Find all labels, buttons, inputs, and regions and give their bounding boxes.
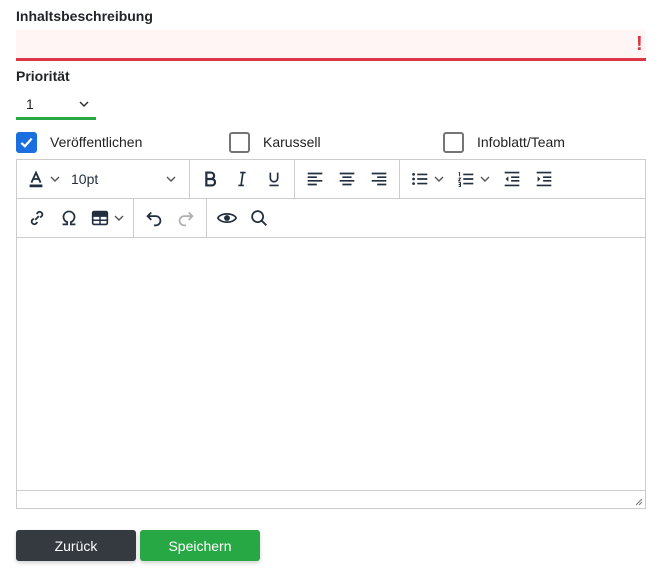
error-exclamation-icon: ! — [636, 33, 643, 55]
align-center-icon — [339, 172, 355, 186]
editor-statusbar — [17, 490, 645, 508]
checkbox-box[interactable] — [443, 131, 464, 153]
bullet-list-icon — [412, 173, 428, 185]
link-button[interactable] — [21, 202, 53, 234]
priority-select[interactable]: 1 — [16, 90, 96, 120]
checkbox-label: Veröffentlichen — [50, 134, 143, 150]
align-right-button[interactable] — [363, 163, 395, 195]
omega-icon — [62, 210, 76, 226]
align-left-button[interactable] — [299, 163, 331, 195]
search-replace-button[interactable] — [243, 202, 275, 234]
outdent-icon — [504, 171, 520, 187]
undo-button[interactable] — [138, 202, 170, 234]
undo-icon — [146, 211, 162, 227]
table-icon — [91, 210, 109, 226]
rich-text-editor: 10pt — [16, 159, 646, 509]
bold-icon — [205, 171, 217, 187]
font-size-value: 10pt — [71, 171, 99, 187]
numbered-list-icon — [457, 172, 474, 187]
checkbox-label: Infoblatt/Team — [477, 134, 565, 150]
resize-handle-icon[interactable] — [633, 496, 643, 506]
italic-button[interactable] — [226, 163, 258, 195]
align-right-icon — [371, 172, 387, 186]
font-size-select[interactable]: 10pt — [65, 163, 185, 195]
special-character-button[interactable] — [53, 202, 85, 234]
chevron-down-icon — [114, 215, 124, 221]
underline-icon — [269, 172, 279, 187]
checkbox-publish[interactable]: Veröffentlichen — [16, 131, 142, 153]
checkbox-carousel[interactable]: Karussell — [229, 131, 321, 153]
chevron-down-icon — [79, 100, 89, 107]
priority-label: Priorität — [16, 68, 70, 84]
text-color-button[interactable] — [21, 163, 65, 195]
bold-button[interactable] — [194, 163, 226, 195]
italic-icon — [238, 171, 246, 187]
underline-button[interactable] — [258, 163, 290, 195]
chevron-down-icon — [166, 176, 176, 182]
chevron-down-icon — [434, 176, 444, 182]
bullet-list-button[interactable] — [404, 163, 450, 195]
chevron-down-icon — [50, 176, 60, 182]
redo-button[interactable] — [170, 202, 202, 234]
save-button[interactable]: Speichern — [140, 530, 260, 561]
preview-button[interactable] — [211, 202, 243, 234]
toolbar-row-insert — [17, 199, 645, 238]
toolbar-row-formatting: 10pt — [17, 160, 645, 199]
chevron-down-icon — [480, 176, 490, 182]
checkbox-label: Karussell — [263, 134, 321, 150]
checkbox-box[interactable] — [16, 131, 37, 153]
editor-content-area[interactable] — [17, 239, 645, 491]
eye-icon — [216, 213, 238, 223]
indent-icon — [536, 171, 552, 187]
numbered-list-button[interactable] — [450, 163, 496, 195]
text-color-icon — [29, 170, 43, 188]
search-icon — [251, 210, 267, 226]
description-label: Inhaltsbeschreibung — [16, 8, 153, 24]
link-icon — [30, 210, 44, 226]
align-center-button[interactable] — [331, 163, 363, 195]
checkbox-infosheet-team[interactable]: Infoblatt/Team — [443, 131, 565, 153]
indent-button[interactable] — [528, 163, 560, 195]
checkmark-icon — [20, 137, 33, 148]
redo-icon — [178, 211, 194, 227]
back-button[interactable]: Zurück — [16, 530, 136, 561]
priority-value: 1 — [26, 95, 34, 112]
checkbox-box[interactable] — [229, 131, 250, 153]
table-button[interactable] — [85, 202, 129, 234]
description-input[interactable] — [16, 30, 646, 61]
outdent-button[interactable] — [496, 163, 528, 195]
align-left-icon — [307, 172, 323, 186]
